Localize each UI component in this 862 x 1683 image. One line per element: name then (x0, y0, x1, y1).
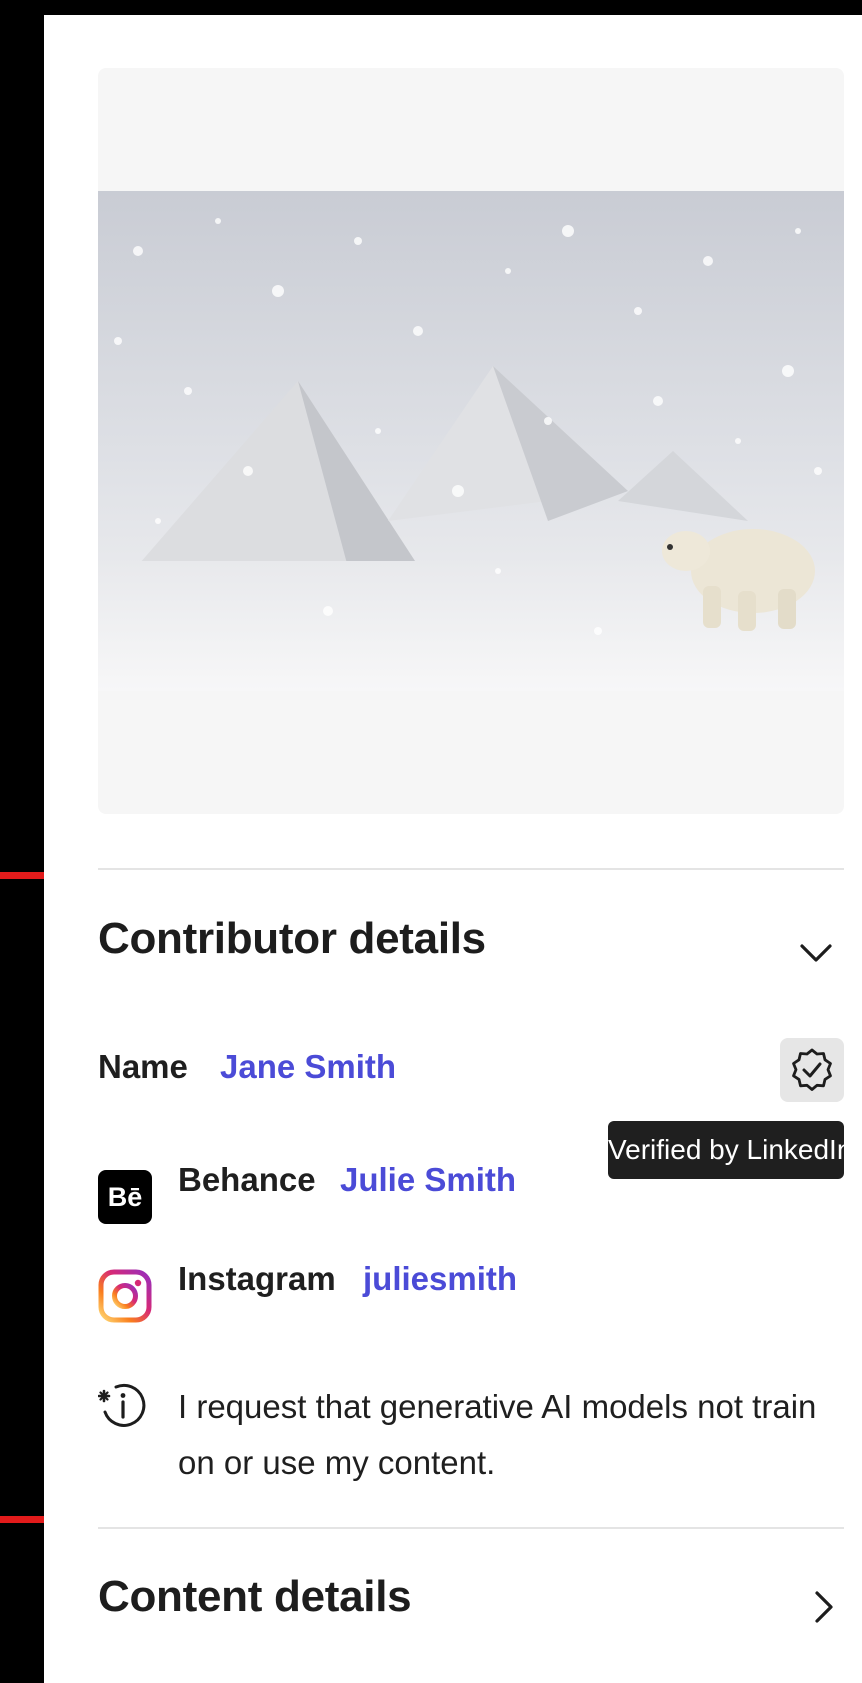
details-panel: Contributor details Name Jane Smith Veri… (44, 15, 862, 1683)
instagram-link[interactable]: juliesmith (363, 1260, 517, 1298)
verified-tooltip: Verified by LinkedIn (608, 1121, 852, 1179)
instagram-label: Instagram (178, 1260, 336, 1297)
left-accent-marker (0, 872, 44, 879)
contributor-details-title[interactable]: Contributor details (98, 914, 486, 964)
left-accent-marker (0, 1516, 44, 1523)
ai-opt-out-notice: I request that generative AI models not … (178, 1388, 817, 1481)
section-divider (98, 1527, 844, 1529)
content-image (98, 191, 844, 691)
chevron-down-icon[interactable] (796, 933, 836, 973)
image-preview (98, 68, 844, 814)
content-details-title[interactable]: Content details (98, 1572, 412, 1622)
instagram-icon (98, 1269, 152, 1323)
name-label: Name (98, 1048, 188, 1085)
contributor-name-link[interactable]: Jane Smith (220, 1048, 396, 1086)
verified-badge-button[interactable] (780, 1038, 844, 1102)
behance-label: Behance (178, 1161, 316, 1198)
behance-icon: Bē (98, 1170, 152, 1224)
behance-link[interactable]: Julie Smith (340, 1161, 516, 1199)
chevron-right-icon[interactable] (804, 1587, 844, 1627)
verified-badge-icon (792, 1048, 832, 1091)
ai-training-icon (98, 1383, 146, 1427)
section-divider (98, 868, 844, 870)
